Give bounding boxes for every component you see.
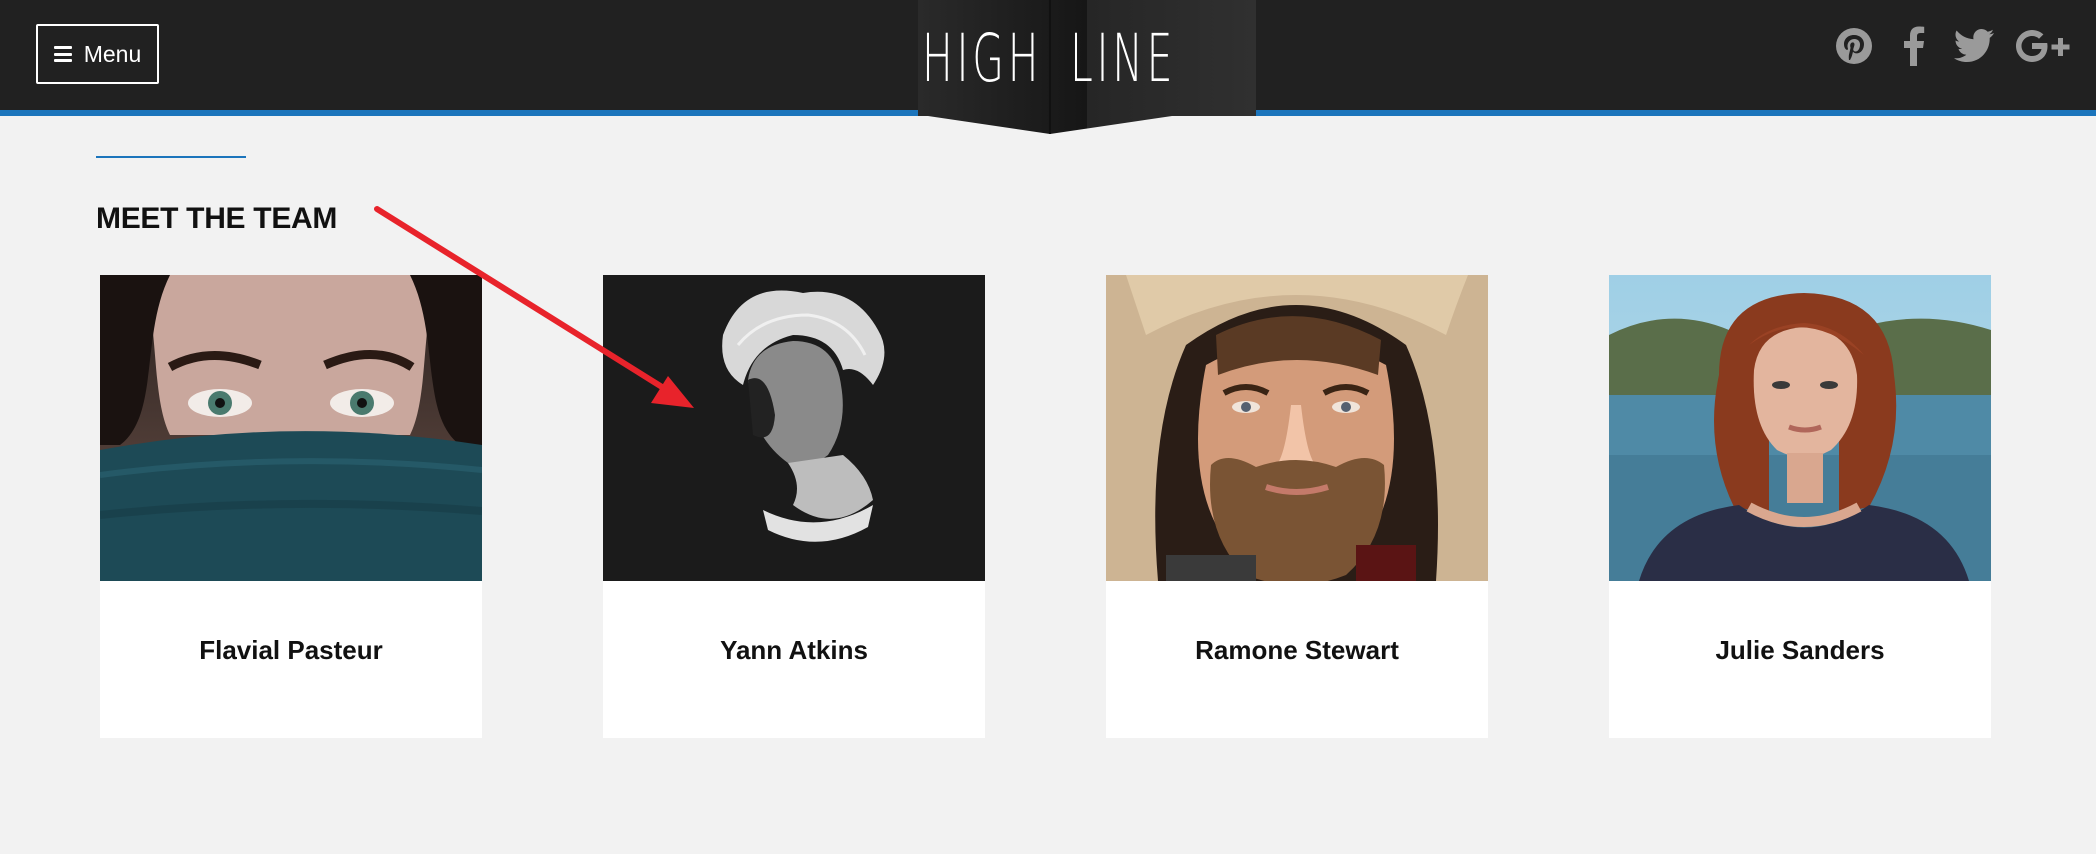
team-member-photo: [100, 275, 482, 581]
hamburger-icon: [53, 46, 72, 62]
section-title: MEET THE TEAM: [96, 202, 338, 235]
site-logo[interactable]: HIGH LINE: [902, 0, 1272, 134]
team-member-card[interactable]: Ramone Stewart: [1106, 275, 1488, 738]
team-member-card[interactable]: Julie Sanders: [1609, 275, 1991, 738]
team-member-name: Ramone Stewart: [1195, 635, 1399, 665]
twitter-icon[interactable]: [1954, 26, 1994, 66]
top-navigation-bar: Menu HIGH LINE: [0, 0, 2096, 134]
google-plus-icon[interactable]: [2014, 26, 2072, 66]
team-member-card[interactable]: Yann Atkins: [603, 275, 985, 738]
section-accent-line: [96, 156, 246, 158]
pinterest-icon[interactable]: [1834, 26, 1874, 66]
menu-button[interactable]: Menu: [36, 24, 159, 84]
social-links: [1834, 26, 2072, 66]
team-member-photo: [1106, 275, 1488, 581]
team-member-photo: [603, 275, 985, 581]
team-member-photo: [1609, 275, 1991, 581]
menu-button-label: Menu: [83, 40, 142, 67]
logo-text-high: HIGH: [922, 19, 1043, 97]
team-member-name: Flavial Pasteur: [199, 635, 383, 665]
facebook-icon[interactable]: [1894, 26, 1934, 66]
logo-text-line: LINE: [1070, 19, 1177, 97]
team-member-card[interactable]: Flavial Pasteur: [100, 275, 482, 738]
team-member-name: Yann Atkins: [720, 635, 868, 665]
team-member-name: Julie Sanders: [1715, 635, 1885, 665]
